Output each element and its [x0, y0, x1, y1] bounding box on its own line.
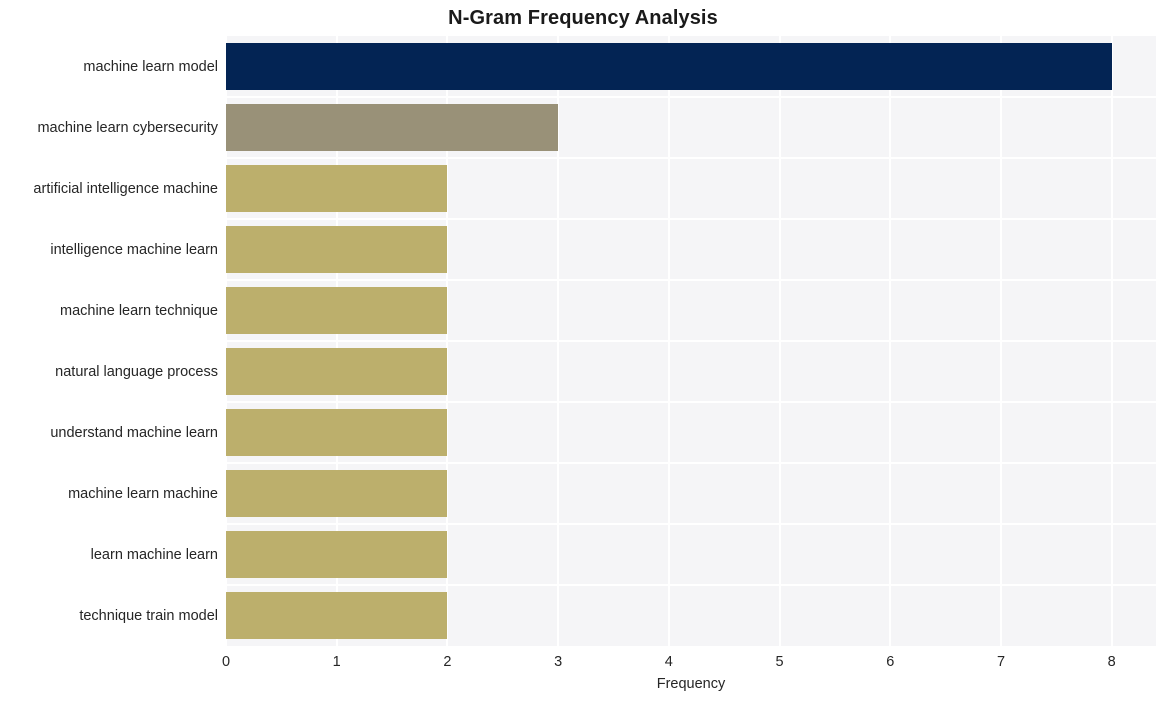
- x-axis-tick-label: 0: [221, 654, 231, 670]
- y-axis-tick-label: machine learn model: [83, 58, 218, 75]
- chart-title: N-Gram Frequency Analysis: [448, 7, 718, 29]
- y-axis-tick-label: machine learn cybersecurity: [37, 119, 218, 136]
- x-axis-tick-label: 5: [775, 654, 784, 670]
- x-axis-tick-label: 1: [332, 654, 341, 670]
- x-axis-title: Frequency: [656, 676, 726, 692]
- x-axis-tick-labels: 0 1 2 3 4 5 6 7 8: [0, 652, 1166, 672]
- y-axis-tick-label: natural language process: [55, 363, 218, 380]
- x-axis-tick-label: 7: [996, 654, 1006, 670]
- x-axis-tick-label: 6: [886, 654, 895, 670]
- bar[interactable]: [226, 470, 448, 517]
- bar[interactable]: [226, 592, 448, 639]
- bar[interactable]: [226, 43, 1112, 90]
- y-axis-tick-labels: machine learn model machine learn cyberse…: [0, 36, 218, 646]
- y-axis-tick-label: intelligence machine learn: [50, 241, 218, 258]
- x-axis-tick-label: 8: [1107, 654, 1116, 670]
- bar[interactable]: [226, 348, 448, 395]
- y-axis-tick-label: machine learn machine: [68, 485, 218, 502]
- chart-figure: N-Gram Frequency Analysis machine learn …: [0, 0, 1166, 701]
- y-axis-tick-label: technique train model: [79, 607, 218, 624]
- bar[interactable]: [226, 287, 448, 334]
- bar[interactable]: [226, 531, 448, 578]
- y-axis-tick-label: machine learn technique: [60, 302, 218, 319]
- x-axis-tick-label: 4: [664, 654, 673, 670]
- bar[interactable]: [226, 226, 448, 273]
- bars-group: [226, 36, 1156, 646]
- x-axis-tick-label: 2: [443, 654, 452, 670]
- plot-area: [226, 36, 1156, 646]
- y-axis-tick-label: understand machine learn: [50, 424, 218, 441]
- bar[interactable]: [226, 409, 448, 456]
- x-axis-tick-label: 3: [554, 654, 563, 670]
- y-axis-tick-label: learn machine learn: [90, 546, 218, 563]
- bar[interactable]: [226, 104, 559, 151]
- bar[interactable]: [226, 165, 448, 212]
- y-axis-tick-label: artificial intelligence machine: [33, 180, 218, 197]
